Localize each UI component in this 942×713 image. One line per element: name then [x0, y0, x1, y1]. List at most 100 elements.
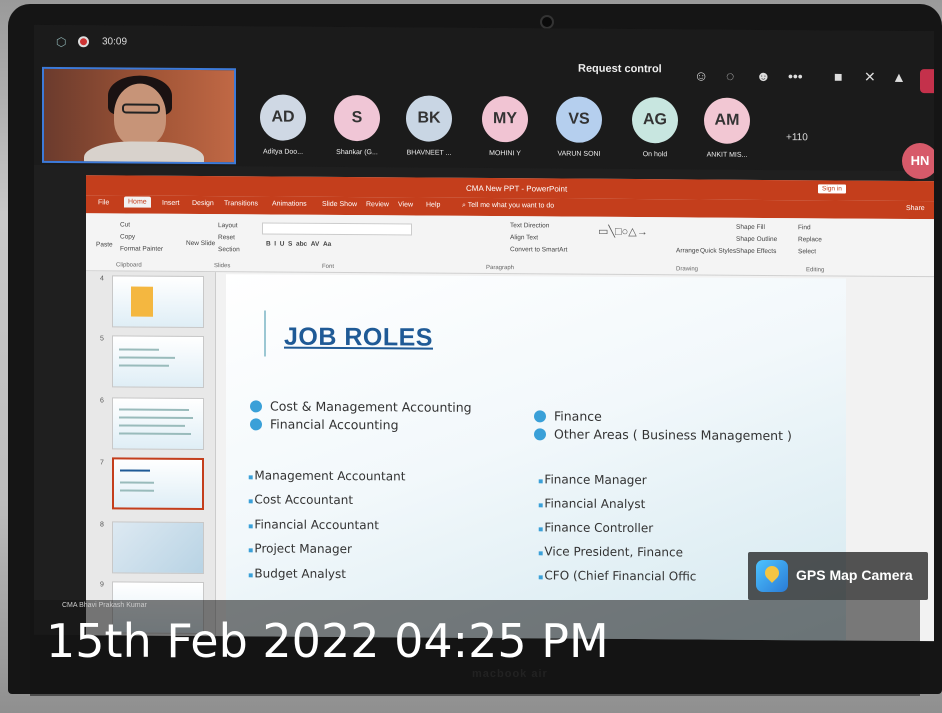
group-editing: Editing — [806, 267, 825, 274]
tab-design[interactable]: Design — [192, 200, 214, 207]
laptop-screen: ⬡ 30:09 Request control ☺ ◌ ☻ ••• ■ ✕ ▲ … — [34, 24, 934, 642]
gps-camera-badge: GPS Map Camera — [748, 552, 928, 600]
participant-tile[interactable]: AD Aditya Doo... — [260, 94, 306, 156]
participant-tile[interactable]: VS VARUN SONI — [556, 96, 602, 158]
tab-home[interactable]: Home — [124, 196, 151, 208]
leave-button[interactable] — [920, 69, 934, 94]
participant-name: Shankar (G... — [336, 148, 378, 157]
replace-button[interactable]: Replace — [798, 236, 822, 243]
participant-tile[interactable]: MY MOHINI Y — [482, 95, 528, 158]
participant-name: ANKIT MIS... — [706, 151, 748, 159]
paste-button[interactable]: Paste — [96, 241, 113, 248]
find-button[interactable]: Find — [798, 224, 811, 231]
shape-effects-button[interactable]: Shape Effects — [736, 248, 776, 255]
bullet-dot — [250, 417, 262, 430]
participant-avatar: AM — [704, 97, 750, 144]
request-control-button[interactable]: Request control — [578, 63, 662, 76]
self-avatar[interactable]: HN — [902, 142, 934, 180]
role-text: Financial Accountant — [254, 517, 379, 533]
recording-icon — [78, 36, 89, 48]
role-text: Financial Analyst — [544, 496, 646, 512]
tell-me-text: Tell me what you want to do — [467, 201, 555, 210]
tab-transitions[interactable]: Transitions — [224, 200, 258, 207]
align-text-button[interactable]: Align Text — [510, 234, 538, 241]
bullet-dot — [534, 427, 546, 440]
map-pin-icon — [756, 560, 788, 592]
quick-styles-button[interactable]: Quick Styles — [700, 248, 736, 255]
camera-off-icon[interactable]: ■ — [834, 68, 842, 84]
convert-smartart-button[interactable]: Convert to SmartArt — [510, 246, 567, 253]
shape-fill-button[interactable]: Shape Fill — [736, 224, 765, 231]
participant-avatar: AG — [632, 97, 678, 144]
heading-bullet: Other Areas ( Business Management ) — [534, 426, 792, 443]
participant-tile[interactable]: S Shankar (G... — [334, 94, 380, 157]
reactions-icon[interactable]: ☻ — [756, 68, 771, 84]
tab-animations[interactable]: Animations — [272, 201, 307, 208]
share-tray-icon[interactable]: ▲ — [892, 69, 906, 85]
new-slide-button[interactable]: New Slide — [186, 240, 215, 247]
heading-bullet: Cost & Management Accounting — [250, 398, 472, 415]
slide-thumbnail[interactable] — [112, 397, 204, 451]
ribbon-home: Paste Cut Copy Format Painter Clipboard … — [86, 213, 934, 278]
participant-tile[interactable]: AM ANKIT MIS... — [704, 97, 750, 159]
role-item: ▪Management Accountant — [248, 468, 406, 484]
people-icon[interactable]: ☺ — [694, 67, 708, 83]
heading-bullet: Finance — [534, 408, 602, 424]
slide-thumbnail-selected[interactable] — [112, 457, 204, 511]
bullet-dot — [534, 409, 546, 422]
presenter-video[interactable] — [42, 66, 236, 165]
more-participants-count[interactable]: +110 — [786, 132, 808, 143]
cut-button[interactable]: Cut — [120, 221, 130, 228]
thumb-line — [119, 408, 189, 411]
tab-file[interactable]: File — [98, 199, 109, 206]
participant-name: On hold — [642, 151, 668, 159]
font-name-box[interactable] — [262, 222, 412, 236]
thumb-number: 5 — [100, 335, 104, 343]
presenter-glasses — [122, 103, 160, 114]
slide-thumbnail[interactable] — [112, 521, 204, 575]
sign-in-button[interactable]: Sign in — [818, 184, 846, 194]
tab-review[interactable]: Review — [366, 201, 389, 208]
reset-button[interactable]: Reset — [218, 234, 235, 241]
format-painter-button[interactable]: Format Painter — [120, 245, 163, 252]
arrange-button[interactable]: Arrange — [676, 247, 699, 254]
participant-avatar: VS — [556, 96, 602, 143]
participant-avatar: S — [334, 94, 380, 142]
laptop-brand-label: macbook air — [472, 668, 548, 680]
more-options-icon[interactable]: ••• — [788, 68, 803, 84]
slide-thumbnail[interactable] — [112, 335, 204, 389]
participant-tile[interactable]: AG On hold — [632, 97, 678, 158]
tell-me-search[interactable]: ⌕ Tell me what you want to do — [462, 202, 554, 211]
shape-outline-button[interactable]: Shape Outline — [736, 236, 777, 243]
layout-button[interactable]: Layout — [218, 222, 238, 229]
thumb-line — [119, 356, 175, 359]
shapes-gallery[interactable]: ▭╲□○△→ — [598, 225, 648, 238]
tab-insert[interactable]: Insert — [162, 200, 180, 207]
bullet-text: Other Areas ( Business Management ) — [554, 426, 792, 444]
section-button[interactable]: Section — [218, 246, 240, 253]
thumb-line — [120, 469, 150, 472]
tab-help[interactable]: Help — [426, 202, 440, 209]
role-item: ▪Finance Manager — [538, 472, 647, 488]
participant-name: MOHINI Y — [489, 150, 521, 158]
slide-thumbnail[interactable] — [112, 275, 204, 329]
role-text: Finance Controller — [544, 520, 654, 536]
presenter-body — [84, 141, 204, 165]
copy-button[interactable]: Copy — [120, 233, 135, 240]
role-text: CFO (Chief Financial Offic — [544, 568, 697, 584]
thumb-line — [119, 432, 191, 435]
participant-tile[interactable]: BK BHAVNEET ... — [406, 95, 452, 157]
mic-off-icon[interactable]: ✕ — [864, 69, 876, 86]
group-slides: Slides — [214, 263, 231, 270]
share-button[interactable]: Share — [906, 205, 925, 212]
select-button[interactable]: Select — [798, 248, 816, 255]
role-text: Management Accountant — [254, 468, 406, 484]
tab-slide-show[interactable]: Slide Show — [322, 201, 357, 208]
thumb-number: 8 — [100, 521, 104, 529]
role-text: Finance Manager — [544, 472, 647, 488]
text-direction-button[interactable]: Text Direction — [510, 222, 549, 229]
font-style-buttons[interactable]: B I U S abc AV Aa — [266, 240, 331, 247]
chat-icon[interactable]: ◌ — [726, 68, 734, 84]
tab-view[interactable]: View — [398, 201, 413, 208]
role-text: Project Manager — [254, 541, 352, 557]
